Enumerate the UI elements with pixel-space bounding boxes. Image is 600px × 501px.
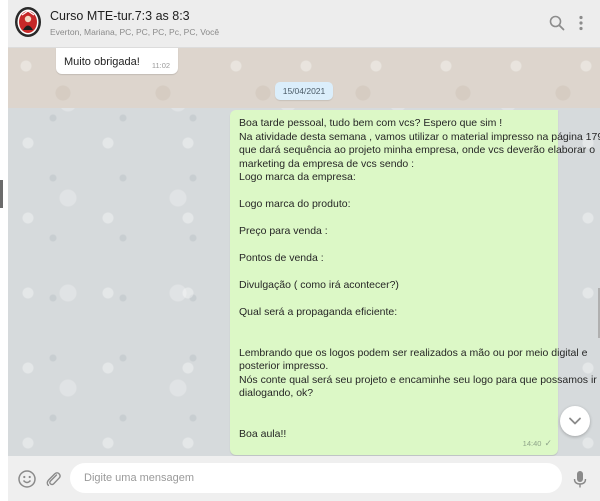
edge-marker	[0, 180, 3, 208]
message-line: Logo marca do produto:	[239, 198, 351, 210]
message-line: Preço para venda :	[239, 225, 328, 237]
chat-participants[interactable]: Everton, Mariana, PC, PC, PC, Pc, PC, Vo…	[50, 27, 219, 37]
message-line	[239, 212, 550, 226]
message-line	[239, 266, 550, 280]
message-line	[239, 293, 550, 307]
message-time: 14:40	[522, 439, 542, 448]
message-line: Nós conte qual será seu projeto e encami…	[239, 373, 597, 386]
window-edge	[0, 0, 8, 501]
menu-icon[interactable]	[572, 14, 590, 32]
chevron-down-icon	[569, 417, 581, 425]
message-line: Logo marca da empresa:	[239, 171, 356, 183]
chat-title[interactable]: Curso MTE-tur.7:3 as 8:3	[50, 9, 190, 23]
group-avatar-icon[interactable]	[14, 6, 42, 38]
search-icon[interactable]	[548, 14, 566, 32]
sent-check-icon: ✓	[544, 438, 552, 448]
composer-bar	[8, 456, 600, 501]
outgoing-message[interactable]: Boa tarde pessoal, tudo bem com vcs? Esp…	[230, 110, 600, 455]
incoming-message[interactable]: Muito obrigada! 11:02	[56, 48, 179, 74]
message-line: marketing da empresa de vcs sendo :	[239, 157, 415, 170]
message-line	[239, 333, 550, 347]
message-meta: 14:40 ✓	[523, 438, 552, 449]
message-line: Boa tarde pessoal, tudo bem com vcs? Esp…	[239, 117, 503, 129]
microphone-icon[interactable]	[570, 469, 590, 489]
message-line	[239, 414, 550, 428]
emoji-icon[interactable]	[17, 469, 37, 489]
message-line: dialogando, ok?	[239, 387, 314, 399]
message-line	[239, 320, 550, 334]
message-line: Divulgação ( como irá acontecer?)	[239, 279, 399, 291]
date-separator: 15/04/2021	[275, 82, 333, 100]
message-input[interactable]	[70, 463, 562, 493]
message-line: Boa aula!!	[239, 427, 287, 440]
message-line	[239, 185, 550, 199]
message-body: Boa tarde pessoal, tudo bem com vcs? Esp…	[239, 117, 600, 441]
message-line: Pontos de venda :	[239, 252, 324, 264]
message-line: Lembrando que os logos podem ser realiza…	[239, 346, 588, 359]
message-line: que dará sequência ao projeto minha empr…	[239, 144, 596, 156]
chat-panel[interactable]: Muito obrigada! 11:02 15/04/2021 Boa tard…	[8, 48, 600, 456]
message-line: Qual será a propaganda eficiente:	[239, 306, 398, 318]
scroll-down-button[interactable]	[560, 406, 590, 436]
chat-header[interactable]: Curso MTE-tur.7:3 as 8:3 Everton, Marian…	[8, 0, 600, 48]
attach-icon[interactable]	[43, 469, 63, 489]
message-time: 11:02	[151, 61, 171, 70]
message-line	[239, 239, 550, 253]
message-line	[239, 401, 550, 415]
message-text: Muito obrigada!	[64, 56, 140, 68]
message-line: posterior impresso.	[239, 360, 329, 372]
message-line: Na atividade desta semana , vamos utiliz…	[239, 130, 600, 143]
